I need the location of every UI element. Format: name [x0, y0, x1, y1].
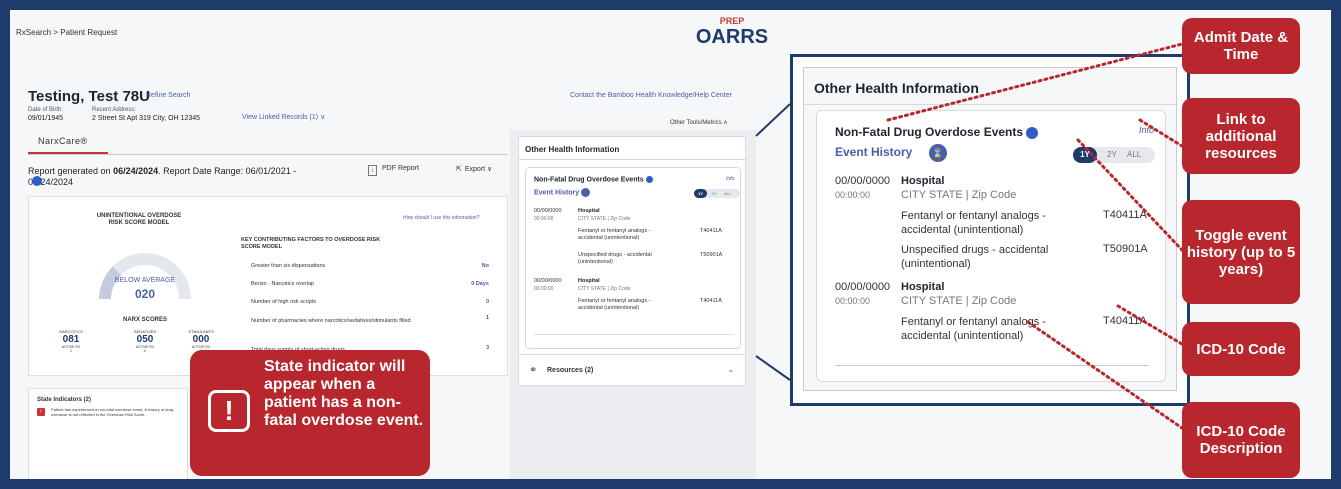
callout-icd-code: ICD-10 Code — [1182, 322, 1300, 376]
callout-toggle-history: Toggle event history (up to 5 years) — [1182, 200, 1300, 304]
screenshot-frame: RxSearch > Patient Request PREP OARRS Te… — [8, 8, 1333, 481]
zoom-connector-top — [755, 103, 791, 137]
callout-admit-date: Admit Date & Time — [1182, 18, 1300, 74]
icd-code-pointer — [1116, 304, 1184, 346]
admit-pointer — [886, 42, 1184, 122]
zoom-connector-bottom — [755, 355, 791, 381]
icd-desc-pointer — [1026, 320, 1184, 430]
toggle-pointer — [1076, 138, 1184, 252]
callout-link-resources: Link to additional resources — [1182, 98, 1300, 174]
connector-overlay — [755, 42, 1184, 430]
link-pointer — [1138, 118, 1184, 148]
callout-icd-description: ICD-10 Code Description — [1182, 402, 1300, 478]
